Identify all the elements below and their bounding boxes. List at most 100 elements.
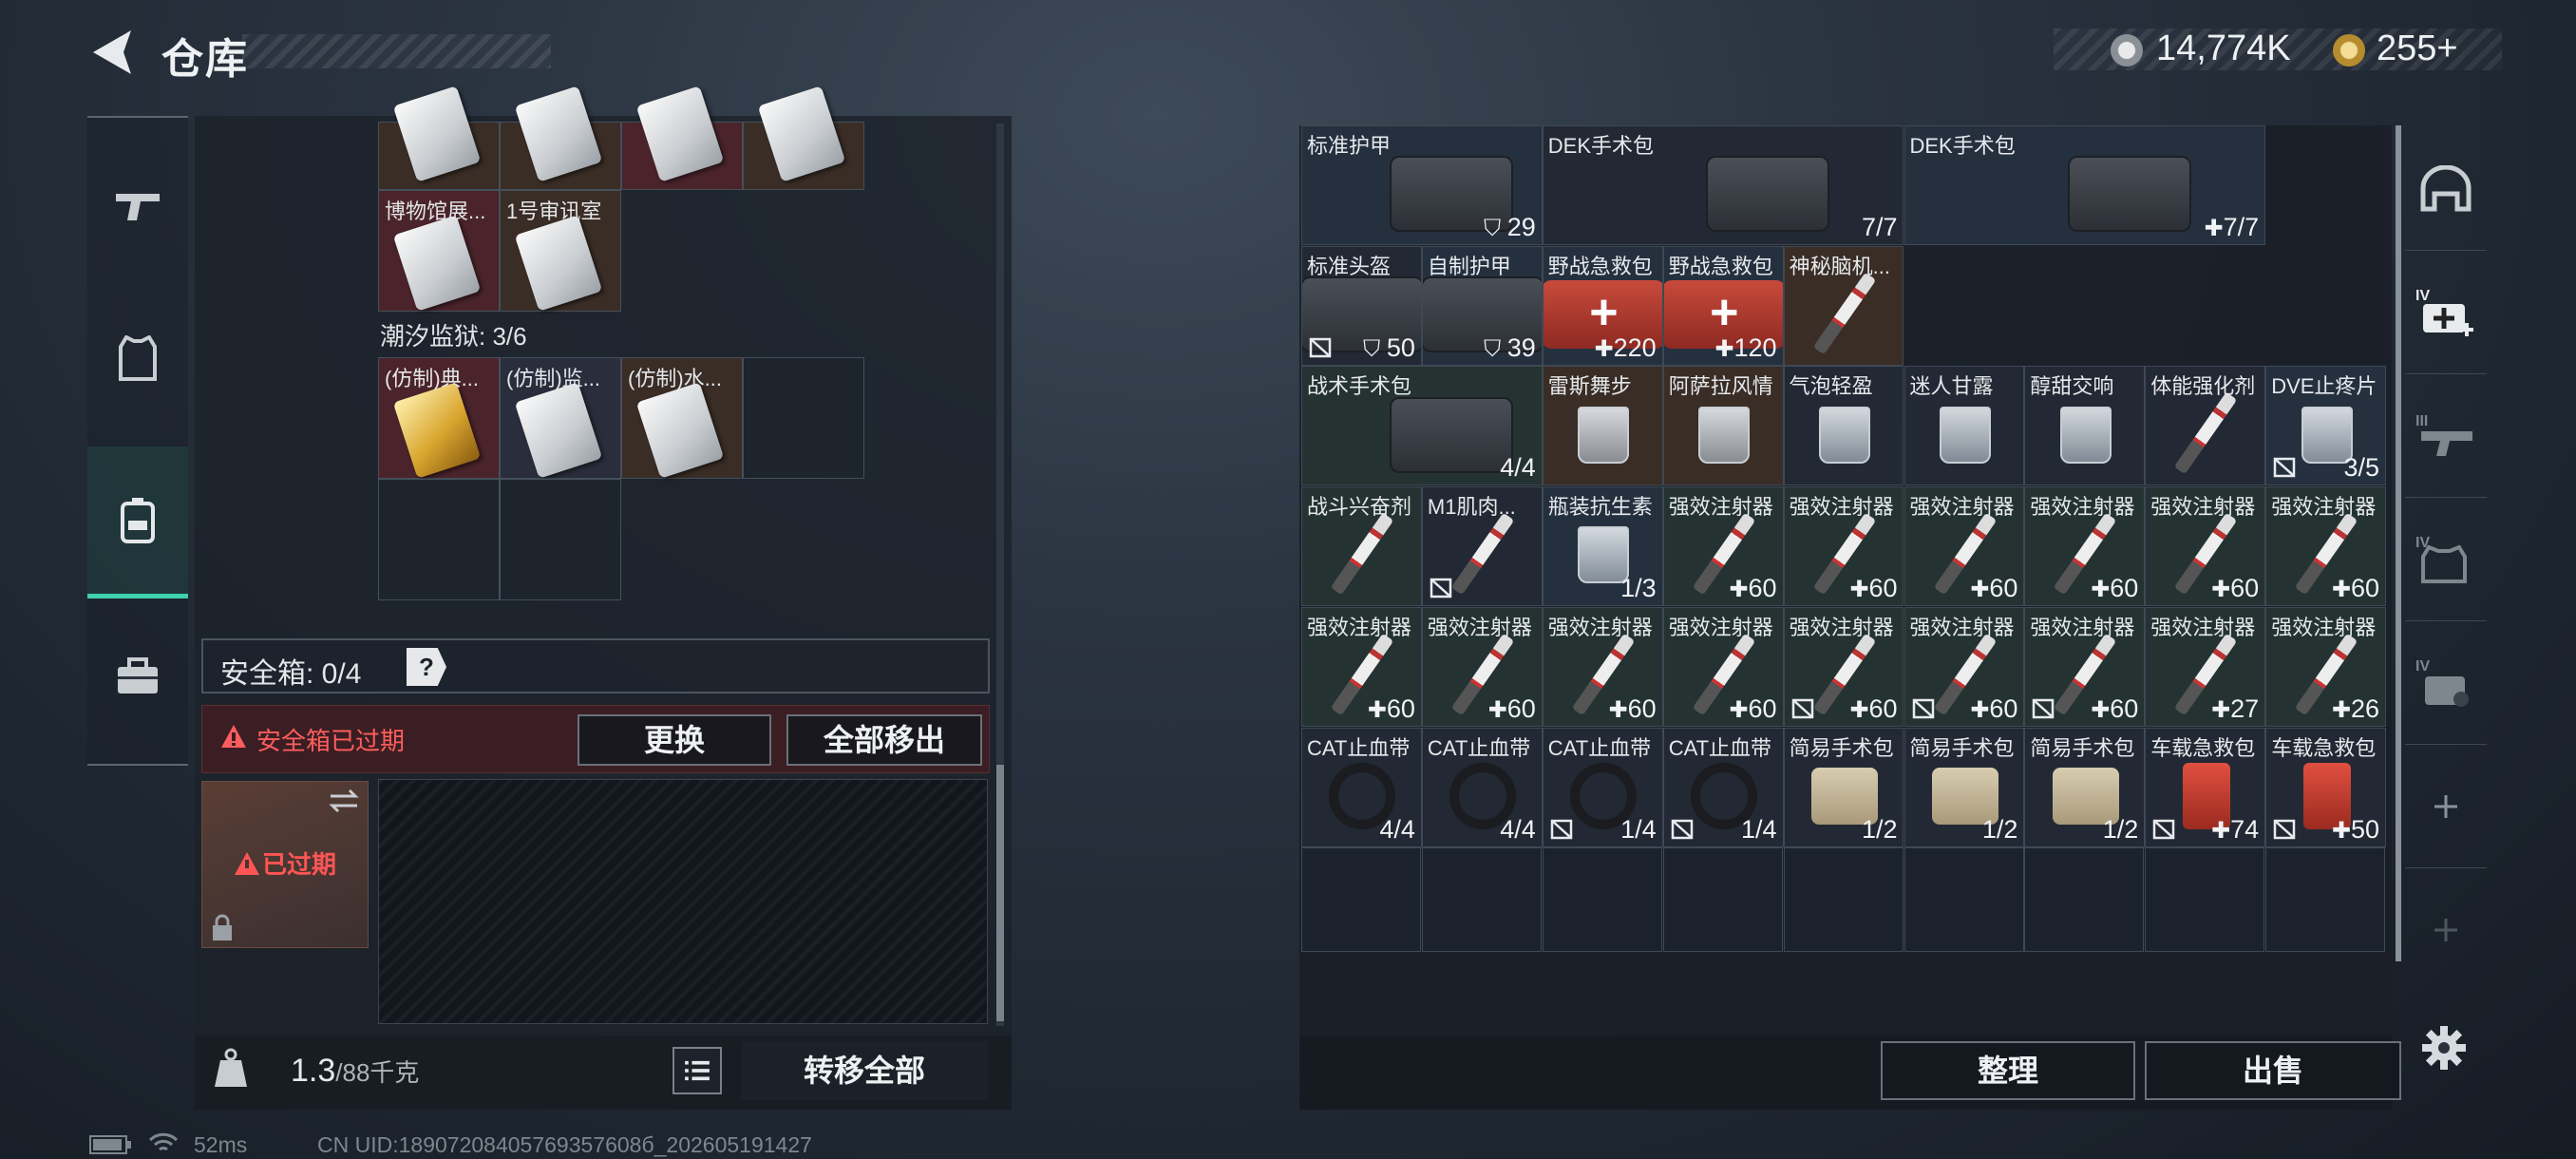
inventory-item[interactable]: 强效注射器 ✚26 (2265, 606, 2387, 727)
settings-gear-icon[interactable] (2420, 1024, 2468, 1072)
back-icon[interactable] (87, 27, 137, 78)
tab-armor-iv[interactable]: IV (2405, 498, 2487, 621)
keycard-item[interactable]: 1号审讯室 (500, 190, 621, 312)
sidebar-item-armor[interactable] (87, 283, 188, 435)
move-all-out-button[interactable]: 全部移出 (786, 714, 982, 766)
inventory-item[interactable]: 车载急救包 ✚50 (2265, 727, 2387, 847)
inventory-item[interactable]: 简易手术包 1/2 (1904, 727, 2025, 847)
inventory-item[interactable]: 标准护甲 ⛉ 29 (1301, 125, 1543, 245)
item-cell[interactable] (621, 86, 743, 190)
swap-icon[interactable] (327, 787, 361, 815)
item-count-value: 60 (2110, 694, 2139, 723)
empty-slot[interactable] (2024, 847, 2145, 953)
inventory-item[interactable]: 强效注射器 ✚60 (1662, 606, 1784, 727)
keycard-item[interactable]: (仿制)水... (621, 357, 743, 479)
inventory-item[interactable]: 野战急救包 ✚220 (1542, 245, 1663, 366)
item-name: 阿萨拉风情 (1668, 374, 1773, 399)
inventory-item[interactable]: CAT止血带 4/4 (1421, 727, 1543, 847)
tab-add[interactable] (2405, 868, 2487, 992)
inventory-item[interactable]: 强效注射器 ✚60 (1421, 606, 1543, 727)
inventory-item[interactable]: 瓶装抗生素 1/3 (1542, 486, 1663, 607)
inventory-item[interactable]: 强效注射器 ✚60 (2265, 486, 2387, 607)
inventory-item[interactable]: CAT止血带 1/4 (1662, 727, 1784, 847)
tab-medkit-iv[interactable]: IV (2405, 251, 2487, 374)
inventory-item[interactable]: 强效注射器 ✚60 (1904, 606, 2025, 727)
inventory-item[interactable]: 强效注射器 ✚60 (2024, 486, 2146, 607)
sell-button[interactable]: 出售 (2145, 1041, 2401, 1100)
gold-currency-value[interactable]: 255+ (2377, 28, 2458, 69)
item-count-value: 39 (1506, 332, 1536, 362)
keycard-item[interactable]: (仿制)监... (500, 357, 621, 479)
inventory-item[interactable]: DEK手术包 7/7 (1542, 125, 1904, 245)
empty-slot[interactable] (2145, 847, 2265, 953)
empty-slot[interactable] (1904, 847, 2024, 953)
inventory-item[interactable]: 醇甜交响 (2024, 366, 2146, 486)
inventory-item[interactable]: CAT止血带 4/4 (1301, 727, 1422, 847)
tab-gun-iii[interactable]: III (2405, 374, 2487, 498)
inventory-item[interactable]: 强效注射器 ✚60 (2024, 606, 2146, 727)
empty-slot[interactable] (1421, 847, 1542, 953)
inventory-item[interactable]: 简易手术包 1/2 (2024, 727, 2146, 847)
inventory-item[interactable]: 车载急救包 ✚74 (2145, 727, 2266, 847)
sidebar-item-backpack[interactable] (87, 446, 188, 598)
inventory-item[interactable]: 强效注射器 ✚60 (1542, 606, 1663, 727)
item-name: 强效注射器 (1789, 495, 1894, 520)
inventory-item[interactable]: 战斗兴奋剂 (1301, 486, 1422, 607)
inventory-item[interactable]: 强效注射器 ✚27 (2145, 606, 2266, 727)
inventory-item[interactable]: 气泡轻盈 (1783, 366, 1904, 486)
inventory-item[interactable]: 强效注射器 ✚60 (2145, 486, 2266, 607)
inventory-item[interactable]: 自制护甲 ⛉ 39 (1421, 245, 1543, 366)
inventory-item[interactable]: DVE止疼片 3/5 (2265, 366, 2387, 486)
warehouse-grid: 标准护甲 ⛉ 29 DEK手术包 7/7 DEK手术包 ✚7/7 标准头盔 ⛉ 50 自制护甲 ⛉… (1301, 125, 2387, 1022)
item-count: ✚60 (2091, 574, 2138, 603)
inventory-item[interactable]: CAT止血带 1/4 (1542, 727, 1663, 847)
keycard-item[interactable]: 博物馆展... (378, 190, 500, 312)
empty-slot[interactable] (1301, 847, 1421, 953)
list-view-icon[interactable] (672, 1047, 722, 1094)
empty-slot[interactable] (743, 357, 864, 479)
inventory-item[interactable]: 强效注射器 ✚60 (1301, 606, 1422, 727)
inventory-item[interactable]: 野战急救包 ✚120 (1662, 245, 1784, 366)
inventory-item[interactable]: 强效注射器 ✚60 (1904, 486, 2025, 607)
empty-slot[interactable] (378, 479, 500, 600)
tab-add[interactable] (2405, 745, 2487, 868)
item-cell[interactable] (743, 86, 864, 190)
empty-slot[interactable] (2265, 847, 2386, 953)
inventory-item[interactable]: 简易手术包 1/2 (1783, 727, 1904, 847)
empty-slot[interactable] (1783, 847, 1904, 953)
item-name: 气泡轻盈 (1789, 374, 1873, 399)
warehouse-scrollbar[interactable] (2396, 125, 2401, 961)
item-cell[interactable] (500, 86, 621, 190)
empty-slot[interactable] (1542, 847, 1662, 953)
heal-plus-icon: ✚ (2331, 577, 2352, 603)
inventory-item[interactable]: 体能强化剂 (2145, 366, 2266, 486)
tab-helmet[interactable] (2405, 127, 2487, 251)
inventory-item[interactable]: 阿萨拉风情 (1662, 366, 1784, 486)
backpack-scrollbar-thumb[interactable] (996, 765, 1004, 1021)
inventory-item[interactable]: 雷斯舞步 (1542, 366, 1663, 486)
inventory-item[interactable]: 迷人甘露 (1904, 366, 2025, 486)
tab-backpack-iv[interactable]: IV (2405, 621, 2487, 745)
inventory-item[interactable]: 神秘脑机... (1783, 245, 1904, 366)
empty-slot[interactable] (1662, 847, 1783, 953)
keycard-item[interactable]: (仿制)典... (378, 357, 500, 479)
item-name: 强效注射器 (1668, 615, 1773, 639)
medkit-image (1705, 156, 1829, 233)
sidebar-item-weapons[interactable] (87, 129, 188, 281)
inventory-item[interactable]: 战术手术包 4/4 (1301, 366, 1543, 486)
inventory-item[interactable]: DEK手术包 ✚7/7 (1904, 125, 2266, 245)
inventory-item[interactable]: 标准头盔 ⛉ 50 (1301, 245, 1422, 366)
empty-slot[interactable] (500, 479, 621, 600)
sidebar-item-tools[interactable] (87, 600, 188, 752)
replace-button[interactable]: 更换 (578, 714, 771, 766)
inventory-item[interactable]: 强效注射器 ✚60 (1662, 486, 1784, 607)
heal-plus-icon: ✚ (1608, 696, 1628, 723)
item-cell[interactable] (378, 86, 500, 190)
transfer-all-button[interactable]: 转移全部 (741, 1041, 988, 1100)
item-count: ✚60 (1609, 694, 1657, 724)
organize-button[interactable]: 整理 (1881, 1041, 2135, 1100)
inventory-item[interactable]: M1肌肉... (1421, 486, 1543, 607)
inventory-item[interactable]: 强效注射器 ✚60 (1783, 486, 1904, 607)
inventory-item[interactable]: 强效注射器 ✚60 (1783, 606, 1904, 727)
item-name: 车载急救包 (2271, 735, 2377, 760)
